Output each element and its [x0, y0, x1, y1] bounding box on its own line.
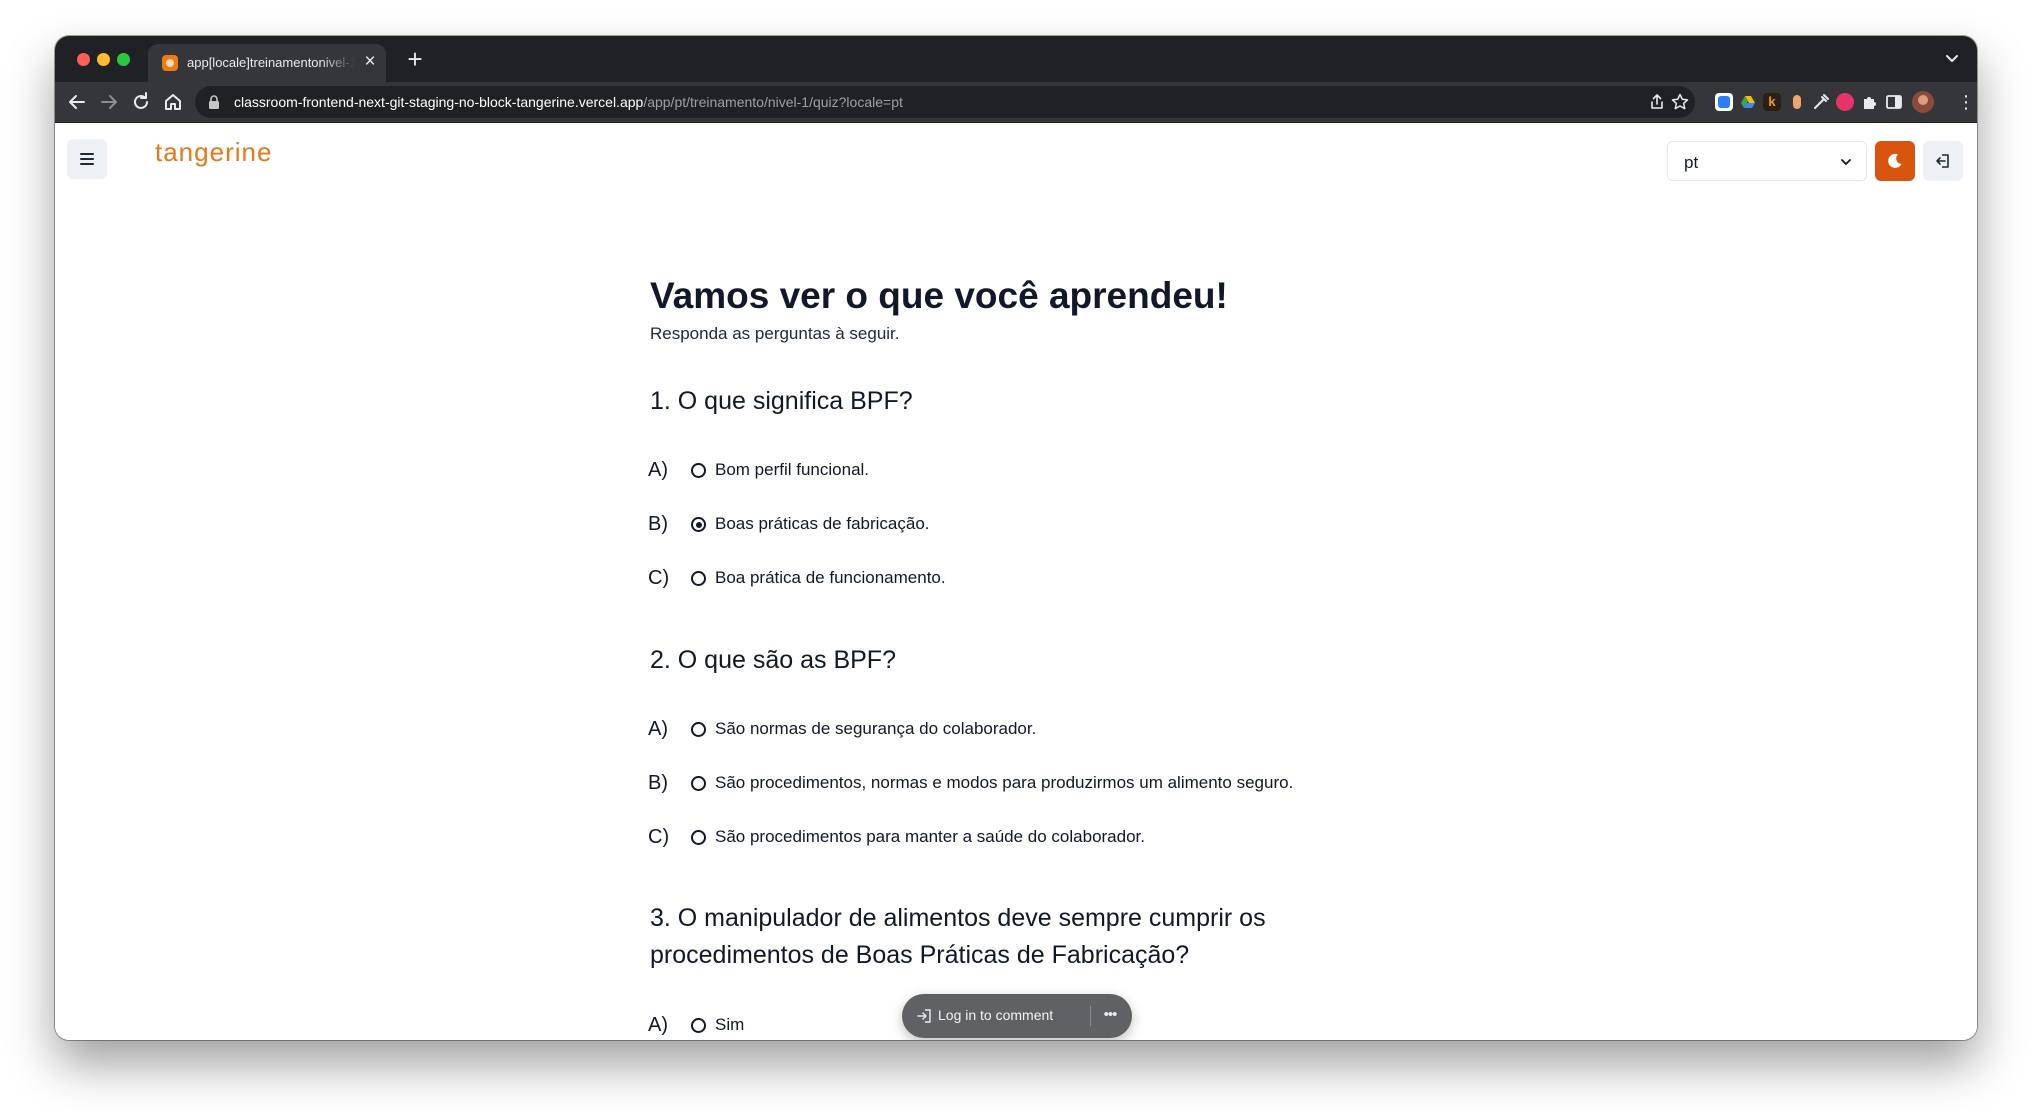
home-icon[interactable]	[161, 90, 185, 114]
question-2-text: 2. O que são as BPF?	[650, 646, 896, 674]
option-letter: B)	[648, 772, 668, 794]
maximize-window-button[interactable]	[117, 53, 130, 66]
option-label[interactable]: São procedimentos para manter a saúde do…	[715, 826, 1145, 848]
radio-button[interactable]	[691, 1018, 706, 1033]
pink-extension-icon[interactable]	[1836, 93, 1854, 111]
tab-strip: app[locale]treinamentonivel-1 × +	[55, 36, 1977, 82]
language-select[interactable]: pt	[1667, 141, 1867, 181]
new-tab-button[interactable]: +	[400, 44, 430, 74]
radio-button[interactable]	[691, 776, 706, 791]
question-2-option-a[interactable]: A) São normas de segurança do colaborado…	[648, 716, 1350, 742]
forward-arrow-icon[interactable]	[97, 90, 121, 114]
lock-icon[interactable]	[208, 95, 220, 109]
k-extension-icon[interactable]: k	[1763, 93, 1781, 111]
hamburger-line-icon	[80, 158, 94, 160]
chevron-down-icon	[1841, 159, 1851, 165]
profile-avatar[interactable]	[1912, 91, 1934, 113]
share-icon[interactable]	[1647, 92, 1667, 112]
option-letter: C)	[648, 567, 670, 589]
browser-window: app[locale]treinamentonivel-1 × + classr…	[55, 36, 1977, 1040]
option-label[interactable]: Boas práticas de fabricação.	[715, 513, 930, 535]
web-page: tangerine pt Vamos ver o que você aprend…	[55, 123, 1977, 1040]
question-1-option-c[interactable]: C) Boa prática de funcionamento.	[648, 565, 1350, 591]
radio-button[interactable]	[691, 463, 706, 478]
login-to-comment-button[interactable]: Log in to comment	[938, 1007, 1053, 1023]
logout-button[interactable]	[1923, 141, 1963, 181]
back-arrow-icon[interactable]	[65, 90, 89, 114]
question-1-option-a[interactable]: A) Bom perfil funcional.	[648, 457, 1350, 483]
reload-icon[interactable]	[129, 90, 153, 114]
page-title: Vamos ver o que você aprendeu!	[650, 275, 1228, 316]
toolbar-divider	[1090, 1006, 1091, 1026]
hamburger-menu-button[interactable]	[67, 139, 107, 179]
more-options-button[interactable]: •••	[1098, 1004, 1122, 1026]
logout-icon	[1936, 154, 1949, 168]
question-1-option-b[interactable]: B) Boas práticas de fabricação.	[648, 511, 1350, 537]
option-letter: A)	[648, 1014, 668, 1036]
option-label[interactable]: Boa prática de funcionamento.	[715, 567, 946, 589]
tab-close-button[interactable]: ×	[360, 51, 380, 73]
question-2-option-c[interactable]: C) São procedimentos para manter a saúde…	[648, 824, 1350, 850]
question-3-text: 3. O manipulador de alimentos deve sempr…	[650, 904, 1266, 969]
honey-extension-icon[interactable]	[1788, 93, 1806, 111]
comment-toolbar: Log in to comment •••	[902, 994, 1132, 1038]
tangerine-favicon-icon	[162, 55, 178, 71]
minimize-window-button[interactable]	[97, 53, 110, 66]
radio-button-selected[interactable]	[691, 517, 706, 532]
language-value: pt	[1684, 153, 1699, 172]
browser-tab-active[interactable]: app[locale]treinamentonivel-1 ×	[148, 44, 386, 82]
hamburger-line-icon	[80, 153, 94, 155]
theme-toggle-button[interactable]	[1875, 141, 1915, 181]
option-letter: A)	[648, 459, 668, 481]
url-text: classroom-frontend-next-git-staging-no-b…	[234, 94, 903, 110]
hamburger-line-icon	[80, 163, 94, 165]
screenshot-extension-icon[interactable]	[1715, 93, 1733, 111]
side-panel-icon[interactable]	[1885, 93, 1903, 111]
question-2-option-b[interactable]: B) São procedimentos, normas e modos par…	[648, 770, 1350, 796]
pipette-extension-icon[interactable]	[1812, 93, 1830, 111]
question-1-text: 1. O que significa BPF?	[650, 387, 913, 415]
radio-button[interactable]	[691, 722, 706, 737]
login-icon	[917, 1009, 931, 1023]
address-bar[interactable]: classroom-frontend-next-git-staging-no-b…	[195, 86, 1695, 118]
option-letter: B)	[648, 513, 668, 535]
page-subtitle: Responda as perguntas à seguir.	[650, 324, 900, 343]
option-label[interactable]: Sim	[715, 1014, 744, 1036]
moon-icon	[1888, 153, 1902, 168]
url-path: /app/pt/treinamento/nivel-1/quiz?locale=…	[643, 94, 903, 110]
tab-title: app[locale]treinamentonivel-1	[187, 55, 355, 70]
option-letter: A)	[648, 718, 668, 740]
extensions-puzzle-icon[interactable]	[1861, 93, 1879, 111]
tangerine-logo[interactable]: tangerine	[155, 137, 272, 168]
browser-menu-button[interactable]: ⋮	[1957, 92, 1975, 112]
radio-button[interactable]	[691, 571, 706, 586]
close-window-button[interactable]	[77, 53, 90, 66]
option-label[interactable]: São normas de segurança do colaborador.	[715, 718, 1036, 740]
option-letter: C)	[648, 826, 670, 848]
tab-search-chevron-icon[interactable]	[1943, 50, 1961, 68]
url-host: classroom-frontend-next-git-staging-no-b…	[234, 94, 644, 110]
radio-button[interactable]	[691, 830, 706, 845]
browser-toolbar: classroom-frontend-next-git-staging-no-b…	[55, 82, 1977, 123]
option-label[interactable]: Bom perfil funcional.	[715, 459, 869, 481]
bookmark-star-icon[interactable]	[1670, 92, 1690, 112]
option-label[interactable]: São procedimentos, normas e modos para p…	[715, 772, 1293, 794]
drive-extension-icon[interactable]	[1739, 93, 1757, 111]
